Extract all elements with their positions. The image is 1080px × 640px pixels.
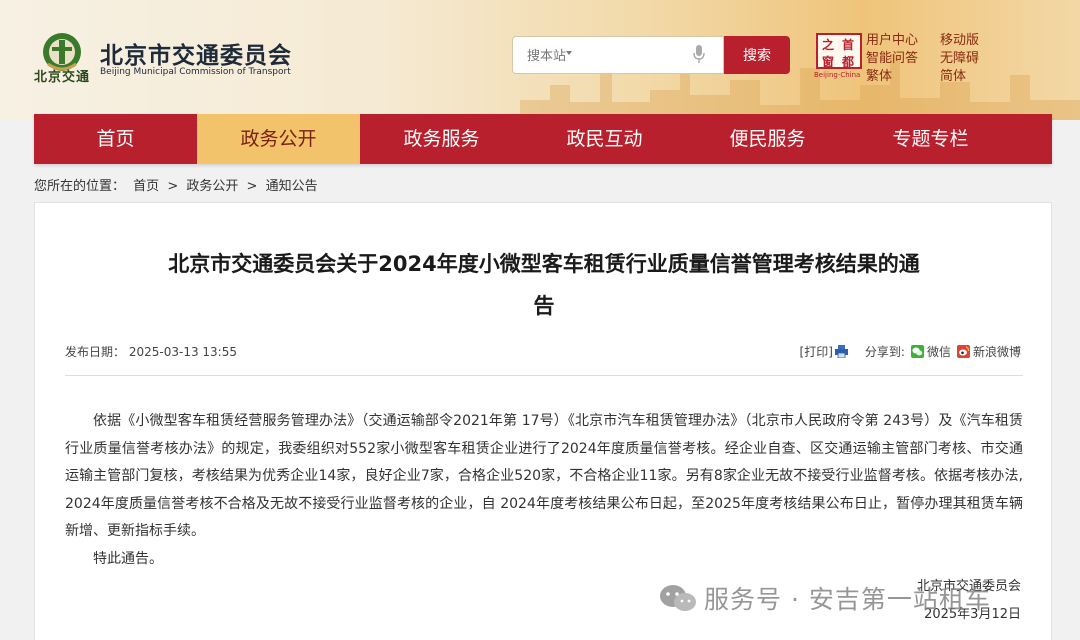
capital-window-logo[interactable]: 之 首 都 窗 (816, 33, 862, 69)
nav-special-topics[interactable]: 专题专栏 (849, 114, 1012, 164)
capital-logo-tag: Beijing-China (814, 71, 861, 79)
capital-logo-char: 窗 (822, 55, 835, 69)
nav-home[interactable]: 首页 (34, 114, 197, 164)
search-button[interactable]: 搜索 (724, 36, 790, 74)
capital-logo-char: 首 (842, 38, 855, 52)
article-card: 北京市交通委员会关于2024年度小微型客车租赁行业质量信誉管理考核结果的通 告 … (34, 202, 1052, 640)
site-header: 北京交通 北京市交通委员会 Beijing Municipal Commissi… (0, 0, 1080, 120)
breadcrumb-government-affairs[interactable]: 政务公开 (186, 179, 238, 194)
search-input[interactable] (527, 46, 677, 66)
smart-qa-link[interactable]: 智能问答 (866, 47, 918, 66)
user-center-link[interactable]: 用户中心 (866, 29, 918, 48)
breadcrumb: 您所在的位置： 首页 > 政务公开 > 通知公告 (34, 175, 322, 194)
article-title-line: 北京市交通委员会关于2024年度小微型客车租赁行业质量信誉管理考核结果的通 (168, 252, 920, 276)
wechat-icon[interactable] (910, 345, 924, 358)
article-paragraph: 特此通告。 (93, 550, 163, 567)
publish-date-label: 发布日期： (65, 345, 126, 359)
nav-government-affairs[interactable]: 政务公开 (197, 114, 360, 164)
nav-public-interaction[interactable]: 政民互动 (523, 114, 686, 164)
share-weibo[interactable]: 新浪微博 (973, 343, 1021, 360)
search-scope-dropdown-icon[interactable] (566, 51, 572, 55)
share-wechat[interactable]: 微信 (927, 343, 951, 360)
mobile-version-link[interactable]: 移动版 (940, 29, 979, 48)
publish-date: 发布日期： 2025-03-13 13:55 (65, 343, 237, 360)
simplified-chinese-link[interactable]: 简体 (940, 65, 966, 84)
breadcrumb-prefix: 您所在的位置： (34, 179, 126, 194)
capital-logo-char: 都 (842, 55, 855, 69)
accessibility-link[interactable]: 无障碍 (940, 47, 979, 66)
watermark: 服务号 · 安吉第一站租车 (658, 580, 991, 616)
printer-icon[interactable] (834, 345, 848, 358)
share-label: 分享到: (864, 345, 905, 359)
breadcrumb-separator: > (246, 179, 258, 194)
article-title-line: 告 (533, 294, 555, 318)
divider (65, 375, 1023, 376)
breadcrumb-separator: > (167, 179, 179, 194)
traditional-chinese-link[interactable]: 繁体 (866, 65, 892, 84)
breadcrumb-home[interactable]: 首页 (133, 179, 159, 194)
breadcrumb-notices[interactable]: 通知公告 (266, 179, 318, 194)
print-link[interactable]: [打印] (800, 343, 833, 360)
article-body: 依据《小微型客车租赁经营服务管理办法》（交通运输部令2021年第 17号）《北京… (65, 408, 1023, 573)
article-paragraph: 依据《小微型客车租赁经营服务管理办法》（交通运输部令2021年第 17号）《北京… (65, 413, 1023, 539)
logo-subtext: 北京交通 (34, 70, 91, 85)
weibo-icon[interactable] (956, 345, 970, 358)
wechat-watermark-icon (660, 585, 696, 611)
microphone-icon[interactable] (693, 45, 705, 63)
site-subtitle: Beijing Municipal Commission of Transpor… (100, 67, 291, 77)
watermark-text: 服务号 · 安吉第一站租车 (704, 585, 991, 614)
nav-convenience-services[interactable]: 便民服务 (686, 114, 849, 164)
site-title[interactable]: 北京市交通委员会 (100, 36, 292, 70)
publish-date-value: 2025-03-13 13:55 (128, 345, 237, 359)
capital-logo-char: 之 (822, 38, 835, 52)
article-tools: [打印] 分享到: 微信 新浪微博 (800, 343, 1021, 360)
article-title: 北京市交通委员会关于2024年度小微型客车租赁行业质量信誉管理考核结果的通 告 (119, 243, 969, 327)
nav-government-services[interactable]: 政务服务 (360, 114, 523, 164)
main-nav: 首页 政务公开 政务服务 政民互动 便民服务 专题专栏 (34, 114, 1052, 164)
